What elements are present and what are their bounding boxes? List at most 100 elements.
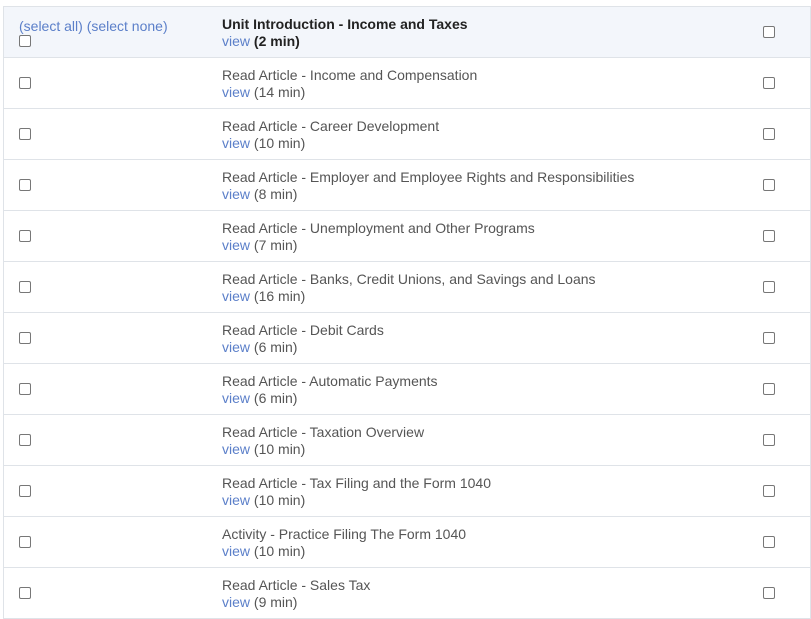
table-row: Read Article - Automatic Payments view (…	[4, 364, 810, 415]
item-title: Read Article - Taxation Overview	[222, 424, 425, 440]
row-right-checkbox[interactable]	[763, 179, 775, 191]
row-right-checkbox[interactable]	[763, 281, 775, 293]
item-meta: view (6 min)	[222, 339, 384, 356]
assignment-table: (select all) (select none) Unit Introduc…	[3, 6, 811, 619]
duration-label: (6 min)	[253, 339, 298, 355]
row-left-checkbox[interactable]	[19, 536, 31, 548]
row-right-checkbox[interactable]	[763, 332, 775, 344]
item-meta: view (6 min)	[222, 390, 438, 407]
duration-label: (10 min)	[253, 492, 306, 508]
view-link[interactable]: view	[222, 492, 250, 508]
table-row: Read Article - Tax Filing and the Form 1…	[4, 466, 810, 517]
item-list: Read Article - Income and Compensation v…	[4, 58, 810, 619]
item-meta: view (14 min)	[222, 84, 477, 101]
table-row: Read Article - Sales Tax view (9 min)	[4, 568, 810, 619]
row-title-cell: Read Article - Taxation Overview view (1…	[222, 424, 424, 458]
row-title-cell: Read Article - Banks, Credit Unions, and…	[222, 271, 596, 305]
row-left-checkbox[interactable]	[19, 230, 31, 242]
view-link[interactable]: view	[222, 441, 250, 457]
duration-label: (10 min)	[253, 135, 306, 151]
item-title: Read Article - Tax Filing and the Form 1…	[222, 475, 491, 491]
table-row: Read Article - Banks, Credit Unions, and…	[4, 262, 810, 313]
table-row: Read Article - Career Development view (…	[4, 109, 810, 160]
table-header-row: (select all) (select none) Unit Introduc…	[4, 7, 810, 58]
row-right-checkbox[interactable]	[763, 128, 775, 140]
duration-label: (10 min)	[253, 543, 306, 559]
view-link[interactable]: view	[222, 237, 250, 253]
duration-label: (9 min)	[253, 594, 298, 610]
duration-label: (6 min)	[253, 390, 298, 406]
row-title-cell: Activity - Practice Filing The Form 1040…	[222, 526, 466, 560]
select-none-link[interactable]: (select none)	[87, 18, 168, 34]
view-link[interactable]: view	[222, 186, 250, 202]
item-title: Read Article - Automatic Payments	[222, 373, 438, 389]
duration-label: (14 min)	[253, 84, 306, 100]
row-left-checkbox[interactable]	[19, 587, 31, 599]
view-link[interactable]: view	[222, 543, 250, 559]
duration-label: (7 min)	[253, 237, 298, 253]
row-left-checkbox[interactable]	[19, 434, 31, 446]
table-row: Read Article - Income and Compensation v…	[4, 58, 810, 109]
item-title: Read Article - Sales Tax	[222, 577, 371, 593]
view-link[interactable]: view	[222, 288, 250, 304]
row-left-checkbox[interactable]	[19, 128, 31, 140]
duration-label: (10 min)	[253, 441, 306, 457]
row-right-checkbox[interactable]	[763, 77, 775, 89]
view-link[interactable]: view	[222, 135, 250, 151]
row-right-checkbox[interactable]	[763, 587, 775, 599]
view-link[interactable]: view	[222, 339, 250, 355]
item-meta: view (10 min)	[222, 492, 491, 509]
row-title-cell: Read Article - Sales Tax view (9 min)	[222, 577, 370, 611]
table-row: Read Article - Unemployment and Other Pr…	[4, 211, 810, 262]
item-meta: view (10 min)	[222, 441, 424, 458]
item-title: Read Article - Career Development	[222, 118, 440, 134]
row-right-checkbox[interactable]	[763, 485, 775, 497]
row-title-cell: Read Article - Income and Compensation v…	[222, 67, 477, 101]
selection-links: (select all) (select none)	[19, 18, 168, 34]
item-meta: view (10 min)	[222, 135, 439, 152]
row-left-checkbox[interactable]	[19, 485, 31, 497]
unit-title: Unit Introduction - Income and Taxes	[222, 16, 468, 32]
header-title-cell: Unit Introduction - Income and Taxes vie…	[222, 16, 468, 50]
row-right-checkbox[interactable]	[763, 434, 775, 446]
item-meta: view (8 min)	[222, 186, 634, 203]
row-title-cell: Read Article - Unemployment and Other Pr…	[222, 220, 535, 254]
item-title: Read Article - Banks, Credit Unions, and…	[222, 271, 596, 287]
table-row: Activity - Practice Filing The Form 1040…	[4, 517, 810, 568]
item-title: Read Article - Debit Cards	[222, 322, 384, 338]
item-title: Read Article - Income and Compensation	[222, 67, 478, 83]
row-title-cell: Read Article - Career Development view (…	[222, 118, 439, 152]
duration-label: (8 min)	[253, 186, 298, 202]
table-row: Read Article - Debit Cards view (6 min)	[4, 313, 810, 364]
item-meta: view (9 min)	[222, 594, 370, 611]
item-title: Read Article - Unemployment and Other Pr…	[222, 220, 535, 236]
item-meta: view (16 min)	[222, 288, 596, 305]
duration-label: (16 min)	[253, 288, 306, 304]
row-title-cell: Read Article - Automatic Payments view (…	[222, 373, 438, 407]
table-row: Read Article - Taxation Overview view (1…	[4, 415, 810, 466]
header-left-checkbox[interactable]	[19, 35, 31, 47]
row-title-cell: Read Article - Tax Filing and the Form 1…	[222, 475, 491, 509]
header-right-checkbox[interactable]	[763, 26, 775, 38]
row-left-checkbox[interactable]	[19, 77, 31, 89]
row-left-checkbox[interactable]	[19, 332, 31, 344]
row-right-checkbox[interactable]	[763, 536, 775, 548]
row-title-cell: Read Article - Employer and Employee Rig…	[222, 169, 634, 203]
item-title: Activity - Practice Filing The Form 1040	[222, 526, 467, 542]
row-left-checkbox[interactable]	[19, 383, 31, 395]
item-title: Read Article - Employer and Employee Rig…	[222, 169, 635, 185]
row-right-checkbox[interactable]	[763, 383, 775, 395]
view-link[interactable]: view	[222, 84, 250, 100]
unit-meta: view (2 min)	[222, 33, 468, 50]
select-all-link[interactable]: (select all)	[19, 18, 83, 34]
row-title-cell: Read Article - Debit Cards view (6 min)	[222, 322, 384, 356]
row-right-checkbox[interactable]	[763, 230, 775, 242]
row-left-checkbox[interactable]	[19, 281, 31, 293]
item-meta: view (7 min)	[222, 237, 535, 254]
view-link[interactable]: view	[222, 33, 250, 49]
view-link[interactable]: view	[222, 390, 250, 406]
table-row: Read Article - Employer and Employee Rig…	[4, 160, 810, 211]
row-left-checkbox[interactable]	[19, 179, 31, 191]
item-meta: view (10 min)	[222, 543, 466, 560]
view-link[interactable]: view	[222, 594, 250, 610]
